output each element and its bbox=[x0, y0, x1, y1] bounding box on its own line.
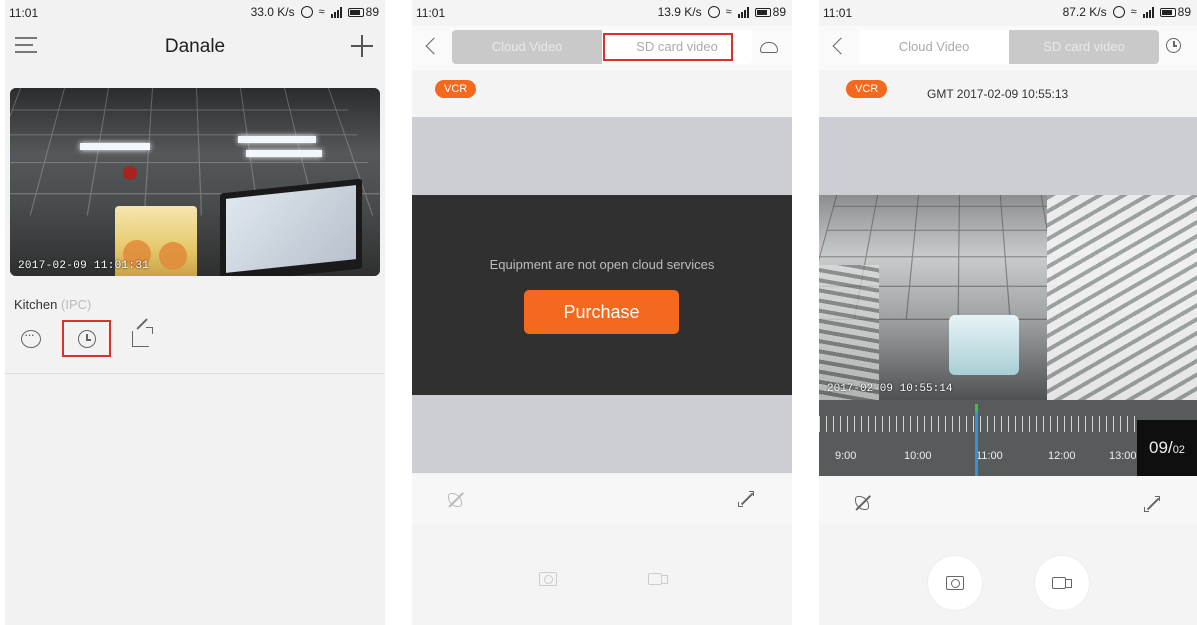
snapshot-button[interactable] bbox=[928, 556, 982, 610]
video-bottom-gray bbox=[412, 395, 792, 473]
share-icon[interactable] bbox=[132, 327, 153, 347]
timeline-date-month: 02 bbox=[1172, 444, 1185, 456]
sd-card-video-screen: 11:01 87.2 K/s ≈ 89 Cloud Video SD card … bbox=[819, 0, 1197, 625]
network-speed: 87.2 K/s bbox=[1062, 5, 1107, 19]
fullscreen-icon[interactable] bbox=[738, 491, 754, 507]
snapshot-icon bbox=[946, 576, 964, 590]
status-time: 11:01 bbox=[416, 6, 446, 20]
playback-timeline[interactable]: 9:00 10:00 11:00 12:00 13:00 09/02 bbox=[819, 400, 1197, 476]
record-icon bbox=[1052, 577, 1072, 589]
video-top-gray bbox=[412, 117, 792, 195]
timeline-label: 13:00 bbox=[1109, 450, 1137, 462]
mute-icon[interactable] bbox=[855, 496, 869, 510]
player-controls bbox=[819, 476, 1197, 524]
alarm-icon bbox=[1112, 6, 1125, 18]
history-clock-icon[interactable] bbox=[1166, 38, 1181, 53]
video-player: Equipment are not open cloud services Pu… bbox=[412, 195, 792, 395]
wifi-icon: ≈ bbox=[725, 6, 732, 18]
no-cloud-message: Equipment are not open cloud services bbox=[489, 257, 715, 272]
tab-cloud-video[interactable]: Cloud Video bbox=[859, 30, 1009, 64]
cloud-icon[interactable] bbox=[760, 42, 778, 53]
mute-icon[interactable] bbox=[448, 493, 462, 507]
timeline-date-day: 09/ bbox=[1149, 438, 1173, 457]
signal-icon bbox=[737, 6, 749, 18]
status-time: 11:01 bbox=[9, 6, 39, 20]
camera-timestamp: 2017-02-09 11:01:31 bbox=[18, 260, 150, 272]
device-name: Kitchen bbox=[14, 297, 58, 312]
app-title: Danale bbox=[164, 36, 226, 57]
timeline-label: 11:00 bbox=[976, 450, 1003, 462]
camera-preview[interactable]: 2017-02-09 11:01:31 bbox=[10, 88, 380, 276]
battery-level: 89 bbox=[365, 5, 379, 19]
signal-icon bbox=[1142, 6, 1154, 18]
wifi-icon: ≈ bbox=[318, 6, 325, 18]
battery-level: 89 bbox=[772, 5, 786, 19]
fullscreen-icon[interactable] bbox=[1144, 496, 1160, 512]
record-button[interactable] bbox=[631, 552, 685, 606]
device-name-row: Kitchen (IPC) bbox=[14, 297, 91, 312]
status-icons: 13.9 K/s ≈ 89 bbox=[658, 5, 786, 19]
alarm-icon bbox=[300, 6, 313, 18]
highlight-box bbox=[603, 33, 733, 61]
signal-icon bbox=[330, 6, 342, 18]
video-source-tabs: Cloud Video SD card video bbox=[412, 26, 792, 70]
battery-icon: 89 bbox=[1159, 5, 1191, 19]
divider bbox=[5, 373, 385, 374]
timeline-label: 10:00 bbox=[904, 450, 932, 462]
gmt-time: GMT 2017-02-09 10:55:13 bbox=[927, 87, 1069, 101]
vcr-badge: VCR bbox=[846, 80, 888, 98]
record-button[interactable] bbox=[1035, 556, 1089, 610]
status-icons: 87.2 K/s ≈ 89 bbox=[1063, 5, 1191, 19]
purchase-button[interactable]: Purchase bbox=[524, 290, 679, 334]
history-clock-icon[interactable] bbox=[78, 330, 96, 348]
status-bar: 11:01 13.9 K/s ≈ 89 bbox=[412, 0, 792, 26]
wifi-icon: ≈ bbox=[1130, 6, 1137, 18]
back-icon[interactable] bbox=[832, 37, 850, 55]
battery-icon: 89 bbox=[347, 5, 379, 19]
status-time: 11:01 bbox=[823, 6, 853, 20]
status-icons: 33.0 K/s ≈ 89 bbox=[251, 5, 379, 19]
message-icon[interactable] bbox=[21, 327, 41, 348]
action-bar bbox=[819, 526, 1197, 625]
timeline-ticks bbox=[819, 416, 1137, 432]
cloud-video-screen: 11:01 13.9 K/s ≈ 89 Cloud Video SD card … bbox=[412, 0, 792, 625]
action-bar bbox=[412, 526, 792, 625]
tab-cloud-video[interactable]: Cloud Video bbox=[452, 30, 602, 64]
back-icon[interactable] bbox=[425, 37, 443, 55]
vcr-badge: VCR bbox=[435, 80, 477, 98]
video-top-gray bbox=[819, 117, 1197, 195]
network-speed: 13.9 K/s bbox=[657, 5, 702, 19]
device-type: (IPC) bbox=[61, 297, 92, 312]
network-speed: 33.0 K/s bbox=[250, 5, 295, 19]
timeline-cursor[interactable] bbox=[975, 404, 978, 476]
timeline-label: 12:00 bbox=[1048, 450, 1076, 462]
status-bar: 11:01 87.2 K/s ≈ 89 bbox=[819, 0, 1197, 26]
snapshot-icon bbox=[539, 572, 557, 586]
record-icon bbox=[648, 573, 668, 585]
video-source-tabs: Cloud Video SD card video bbox=[819, 26, 1197, 70]
top-nav: Danale bbox=[5, 26, 385, 70]
tab-sd-card-video[interactable]: SD card video bbox=[1009, 30, 1159, 64]
video-player[interactable]: 2017-02-09 10:55:14 bbox=[819, 195, 1197, 400]
snapshot-button[interactable] bbox=[521, 552, 575, 606]
status-bar: 11:01 33.0 K/s ≈ 89 bbox=[5, 0, 385, 26]
timeline-date: 09/02 bbox=[1137, 420, 1197, 476]
plus-icon[interactable] bbox=[351, 35, 373, 57]
video-timestamp: 2017-02-09 10:55:14 bbox=[827, 383, 953, 395]
device-list-screen: 11:01 33.0 K/s ≈ 89 Danale 2017-02-09 11… bbox=[5, 0, 385, 625]
battery-icon: 89 bbox=[754, 5, 786, 19]
tab-group: Cloud Video SD card video bbox=[859, 30, 1159, 64]
alarm-icon bbox=[707, 6, 720, 18]
battery-level: 89 bbox=[1177, 5, 1191, 19]
timeline-label: 9:00 bbox=[835, 450, 857, 462]
player-controls bbox=[412, 476, 792, 524]
